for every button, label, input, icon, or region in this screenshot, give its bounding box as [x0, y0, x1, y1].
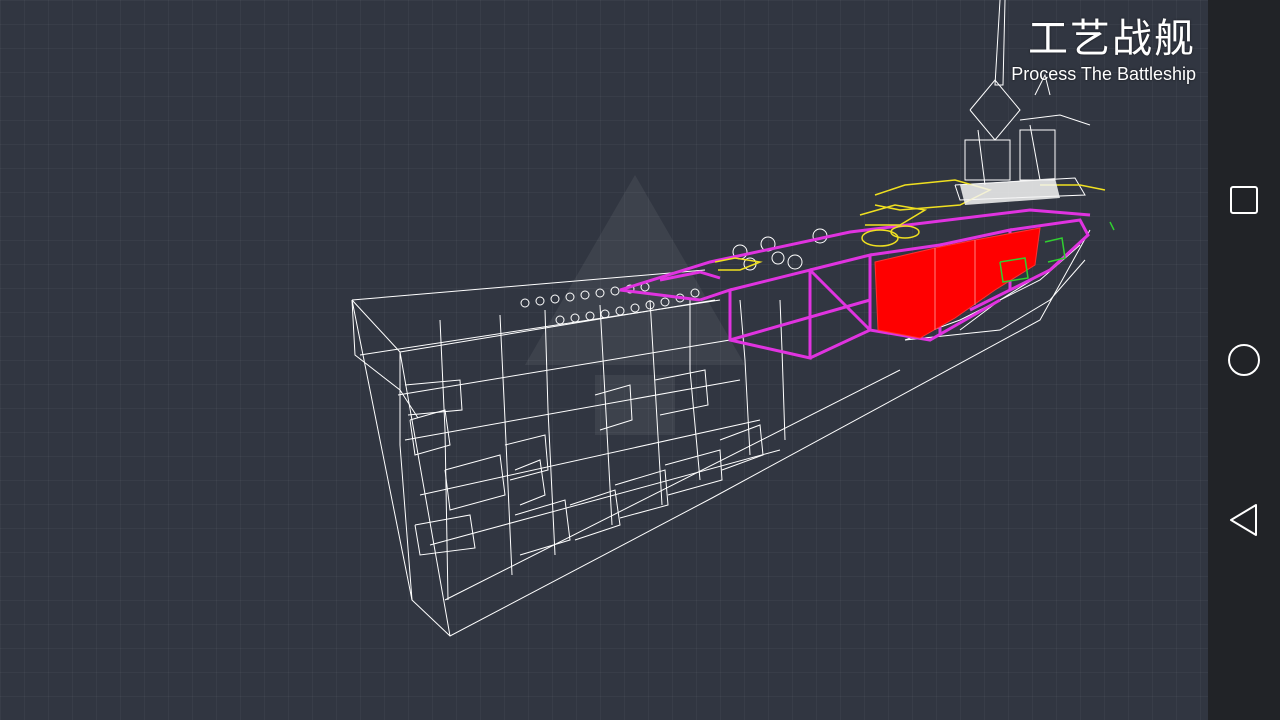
recent-apps-square-icon	[1230, 186, 1258, 214]
app-title-en: Process The Battleship	[1011, 64, 1196, 84]
app-title-cn: 工艺战舰	[1028, 16, 1196, 62]
recent-apps-button[interactable]	[1224, 180, 1264, 220]
home-circle-icon	[1228, 344, 1260, 376]
app-title-block: 工艺战舰 Process The Battleship	[1011, 14, 1196, 84]
battleship-wireframe-model[interactable]	[0, 0, 1208, 720]
3d-viewport[interactable]: 工艺战舰 Process The Battleship	[0, 0, 1208, 720]
home-button[interactable]	[1224, 340, 1264, 380]
android-navigation-bar	[1208, 0, 1280, 720]
back-button[interactable]	[1224, 500, 1264, 540]
armor-citadel	[874, 227, 1041, 339]
bridge-superstructure	[960, 178, 1060, 205]
back-triangle-icon	[1230, 504, 1257, 536]
hull-wireframe	[351, 0, 1091, 637]
